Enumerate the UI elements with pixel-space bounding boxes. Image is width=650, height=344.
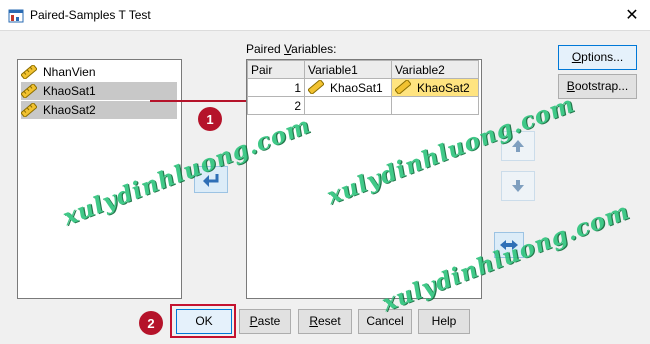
variable2-cell[interactable] xyxy=(391,96,479,115)
title-bar: Paired-Samples T Test ✕ xyxy=(0,0,650,31)
header-variable1: Variable1 xyxy=(304,60,392,79)
table-row[interactable]: 2 xyxy=(247,96,479,115)
pair-number: 2 xyxy=(247,96,305,115)
paired-t-test-icon xyxy=(8,9,24,23)
variable-label: KhaoSat2 xyxy=(43,103,96,117)
options-button[interactable]: Options... xyxy=(558,45,637,70)
step-badge-2: 2 xyxy=(139,311,163,335)
list-item[interactable]: NhanVien xyxy=(21,63,177,81)
down-arrow-icon xyxy=(512,180,524,192)
variable-label: KhaoSat1 xyxy=(43,84,96,98)
scale-variable-icon xyxy=(21,103,37,117)
scale-variable-icon xyxy=(394,78,412,96)
table-row[interactable]: 1 KhaoSat1 KhaoSat2 xyxy=(247,78,479,97)
paste-button[interactable]: Paste xyxy=(239,309,291,334)
cancel-button[interactable]: Cancel xyxy=(358,309,412,334)
window-title: Paired-Samples T Test xyxy=(30,8,151,22)
help-button[interactable]: Help xyxy=(418,309,470,334)
scale-variable-icon xyxy=(21,84,37,98)
variable-label: NhanVien xyxy=(43,65,96,79)
reset-button[interactable]: Reset xyxy=(298,309,352,334)
scale-variable-icon xyxy=(21,65,37,79)
up-arrow-icon xyxy=(512,140,524,152)
ok-highlight-box xyxy=(170,304,236,338)
close-button[interactable]: ✕ xyxy=(614,0,650,30)
variable1-cell[interactable]: KhaoSat1 xyxy=(304,78,392,97)
pair-number: 1 xyxy=(247,78,305,97)
scale-variable-icon xyxy=(307,78,325,96)
paired-variables-label: Paired Variables: xyxy=(246,42,337,56)
move-down-button[interactable] xyxy=(501,171,535,201)
grid-header-row: Pair Variable1 Variable2 xyxy=(247,60,479,79)
annotation-arrow xyxy=(150,95,260,107)
header-pair: Pair xyxy=(247,60,305,79)
variable1-cell[interactable] xyxy=(304,96,392,115)
step-badge-1: 1 xyxy=(198,107,222,131)
close-icon: ✕ xyxy=(625,7,639,24)
header-variable2: Variable2 xyxy=(391,60,479,79)
variable2-cell[interactable]: KhaoSat2 xyxy=(391,78,479,97)
